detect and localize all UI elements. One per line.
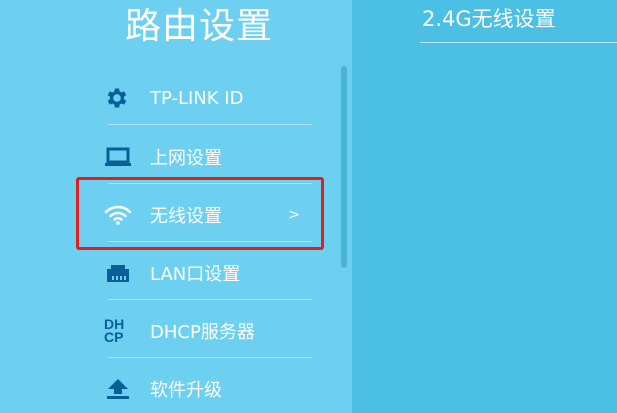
upload-icon [104, 374, 136, 404]
panel-title: 2.4G无线设置 [422, 7, 556, 31]
panel-title-underline [420, 42, 617, 43]
sidebar-item-label: 软件升级 [150, 380, 222, 401]
sidebar-item-label: 上网设置 [150, 148, 222, 169]
router-settings-screen: 路由设置 TP-LINK ID 上网设置 无线设置 > LAN口设置 DH CP… [0, 0, 617, 413]
sidebar-item-tplink-id[interactable]: TP-LINK ID [104, 69, 312, 127]
sidebar-item-label: LAN口设置 [150, 264, 241, 285]
divider [108, 241, 312, 242]
wifi-icon [104, 200, 136, 230]
sidebar-item-firmware-upgrade[interactable]: 软件升级 [104, 360, 312, 413]
dhcp-icon: DH CP [104, 316, 136, 346]
divider [108, 299, 312, 300]
sidebar-item-wireless-settings[interactable]: 无线设置 > [104, 186, 312, 244]
sidebar-scrollbar[interactable] [341, 66, 347, 268]
sidebar-title: 路由设置 [124, 6, 273, 47]
sidebar-item-dhcp-server[interactable]: DH CP DHCP服务器 [104, 302, 312, 360]
gear-icon [104, 83, 136, 113]
chevron-right-icon: > [288, 207, 300, 223]
sidebar-item-label: DHCP服务器 [150, 322, 255, 343]
sidebar-item-label: 无线设置 [150, 206, 222, 227]
sidebar-item-label: TP-LINK ID [150, 87, 244, 109]
sidebar-item-internet-settings[interactable]: 上网设置 [104, 128, 312, 186]
divider [108, 183, 312, 184]
laptop-icon [104, 142, 136, 172]
divider [108, 357, 312, 358]
dhcp-icon-text-bottom: CP [104, 329, 124, 345]
sidebar-item-lan-settings[interactable]: LAN口设置 [104, 244, 312, 302]
lan-port-icon [104, 258, 136, 288]
divider [108, 124, 312, 125]
sidebar: 路由设置 TP-LINK ID 上网设置 无线设置 > LAN口设置 DH CP… [0, 0, 352, 413]
